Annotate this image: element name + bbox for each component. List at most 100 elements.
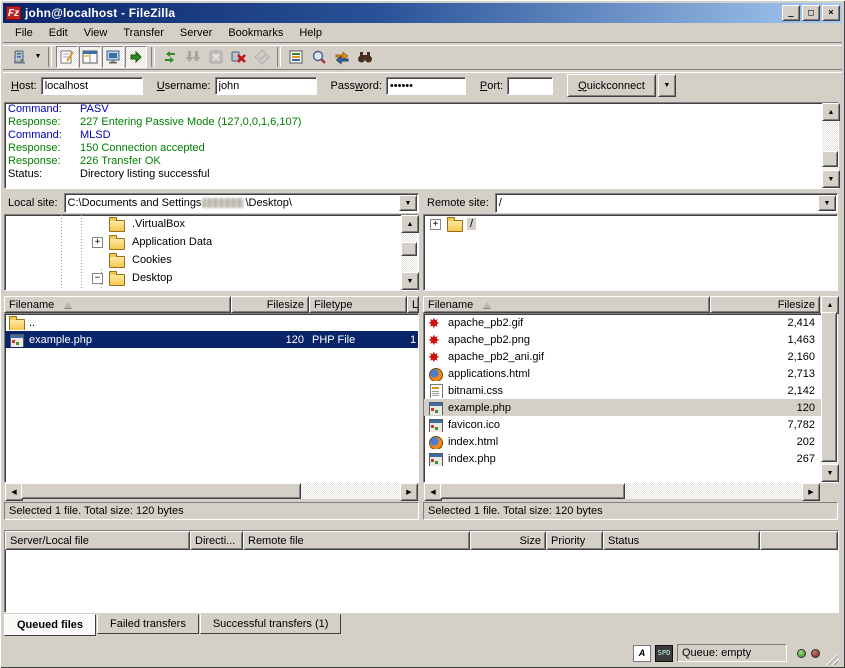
column-header-remote-file[interactable]: Remote file xyxy=(243,531,470,550)
scroll-right-icon[interactable]: ▶ xyxy=(400,483,418,501)
menu-server[interactable]: Server xyxy=(172,25,220,41)
resize-grip[interactable] xyxy=(825,652,838,665)
minimize-button[interactable]: _ xyxy=(782,5,800,21)
tree-item-root[interactable]: + / xyxy=(424,215,837,233)
firefox-html-icon xyxy=(429,436,443,449)
expand-icon[interactable]: + xyxy=(430,219,441,230)
local-path-prefix: C:\Documents and Settings xyxy=(68,197,202,209)
local-site-combobox[interactable]: C:\Documents and Settings\Desktop\ ▼ xyxy=(64,193,419,213)
expand-icon[interactable]: + xyxy=(92,237,103,248)
message-log-icon xyxy=(59,49,75,65)
file-row[interactable]: ✸apache_pb2.png1,463 xyxy=(424,331,837,348)
remote-hscroll-thumb[interactable] xyxy=(440,483,625,499)
directory-filter-button[interactable] xyxy=(285,46,307,68)
log-line: Response:150 Connection accepted xyxy=(5,142,838,155)
scroll-up-icon[interactable]: ▲ xyxy=(822,103,840,121)
menubar: File Edit View Transfer Server Bookmarks… xyxy=(3,24,842,42)
column-header-filename[interactable]: Filename xyxy=(4,296,231,313)
file-row[interactable]: ✸apache_pb2_ani.gif2,160 xyxy=(424,348,837,365)
tree-item-cookies[interactable]: Cookies xyxy=(5,251,418,269)
file-row-selected[interactable]: example.php120 xyxy=(424,399,837,416)
remote-site-combobox[interactable]: / ▼ xyxy=(495,193,838,213)
menu-transfer[interactable]: Transfer xyxy=(115,25,172,41)
quickconnect-button[interactable]: Quickconnect xyxy=(567,74,656,97)
maximize-button[interactable]: □ xyxy=(802,5,820,21)
compare-directories-button[interactable] xyxy=(308,46,330,68)
remote-list-hscrollbar[interactable]: ◀ ▶ xyxy=(424,483,820,499)
tab-failed-transfers[interactable]: Failed transfers xyxy=(97,614,199,634)
log-scrollbar-thumb[interactable] xyxy=(822,151,838,167)
file-row[interactable]: index.php267 xyxy=(424,450,837,467)
queue-status-field: Queue: empty xyxy=(677,644,787,662)
column-header-server-local-file[interactable]: Server/Local file xyxy=(5,531,190,550)
close-button[interactable]: × xyxy=(822,5,840,21)
site-manager-button[interactable] xyxy=(9,46,31,68)
local-tree-scrollbar[interactable]: ▲ ▼ xyxy=(401,215,417,290)
scroll-right-icon[interactable]: ▶ xyxy=(802,483,820,501)
local-list-hscrollbar[interactable]: ◀ ▶ xyxy=(5,483,418,499)
sort-ascending-icon xyxy=(483,302,491,308)
tree-item-desktop[interactable]: − Desktop xyxy=(5,269,418,287)
file-row[interactable]: index.html202 xyxy=(424,433,837,450)
tree-item-application-data[interactable]: + Application Data xyxy=(5,233,418,251)
scroll-down-icon[interactable]: ▼ xyxy=(401,272,419,290)
column-header-filesize[interactable]: Filesize xyxy=(231,296,309,313)
compare-icon xyxy=(311,49,327,65)
reconnect-button[interactable] xyxy=(251,46,273,68)
column-header-filesize[interactable]: Filesize xyxy=(710,296,820,313)
column-header-direction[interactable]: Directi... xyxy=(190,531,243,550)
tab-queued-files[interactable]: Queued files xyxy=(4,614,96,636)
column-header-filename[interactable]: Filename xyxy=(423,296,710,313)
local-tree-scrollbar-thumb[interactable] xyxy=(401,242,417,256)
scroll-up-icon[interactable]: ▲ xyxy=(401,215,419,233)
column-header-modified[interactable]: L xyxy=(407,296,419,313)
folder-icon xyxy=(109,274,125,286)
remote-list-scrollbar[interactable]: ▲ ▼ xyxy=(821,296,837,482)
scroll-down-icon[interactable]: ▼ xyxy=(822,170,840,188)
refresh-button[interactable] xyxy=(159,46,181,68)
find-files-button[interactable] xyxy=(354,46,376,68)
file-row[interactable]: bitnami.css2,142 xyxy=(424,382,837,399)
column-header-size[interactable]: Size xyxy=(470,531,546,550)
column-header-priority[interactable]: Priority xyxy=(546,531,603,550)
chevron-down-icon[interactable]: ▼ xyxy=(399,195,417,211)
quickconnect-dropdown[interactable]: ▼ xyxy=(658,74,676,97)
synchronized-browsing-button[interactable] xyxy=(331,46,353,68)
menu-edit[interactable]: Edit xyxy=(41,25,76,41)
file-row[interactable]: applications.html2,713 xyxy=(424,365,837,382)
tree-item-virtualbox[interactable]: .VirtualBox xyxy=(5,215,418,233)
cancel-operation-button[interactable] xyxy=(205,46,227,68)
toggle-transfer-queue-button[interactable] xyxy=(125,46,147,68)
local-hscroll-thumb[interactable] xyxy=(21,483,301,499)
menu-view[interactable]: View xyxy=(76,25,116,41)
log-scrollbar[interactable]: ▲ ▼ xyxy=(822,103,838,188)
php-file-icon xyxy=(10,334,24,347)
toggle-message-log-button[interactable] xyxy=(56,46,78,68)
disconnect-button[interactable] xyxy=(228,46,250,68)
scroll-down-icon[interactable]: ▼ xyxy=(821,464,839,482)
toggle-local-tree-button[interactable] xyxy=(79,46,101,68)
titlebar: Fz john@localhost - FileZilla _ □ × xyxy=(3,3,842,23)
log-line: Command:PASV xyxy=(5,103,838,116)
file-row-example-php[interactable]: example.php 120 PHP File 1 xyxy=(5,331,418,348)
column-header-status[interactable]: Status xyxy=(603,531,760,550)
tab-successful-transfers[interactable]: Successful transfers (1) xyxy=(200,614,342,634)
file-row-parent-dir[interactable]: .. xyxy=(5,314,418,331)
process-queue-button[interactable] xyxy=(182,46,204,68)
remote-scrollbar-thumb[interactable] xyxy=(821,312,837,462)
chevron-down-icon[interactable]: ▼ xyxy=(818,195,836,211)
host-input[interactable] xyxy=(41,77,143,95)
menu-help[interactable]: Help xyxy=(291,25,330,41)
collapse-icon[interactable]: − xyxy=(92,273,103,284)
password-input[interactable] xyxy=(386,77,466,95)
column-header-filetype[interactable]: Filetype xyxy=(309,296,407,313)
site-manager-dropdown[interactable]: ▼ xyxy=(32,46,44,68)
toggle-remote-tree-button[interactable] xyxy=(102,46,124,68)
username-input[interactable] xyxy=(215,77,317,95)
sync-icon xyxy=(334,49,350,65)
menu-bookmarks[interactable]: Bookmarks xyxy=(220,25,291,41)
file-row[interactable]: favicon.ico7,782 xyxy=(424,416,837,433)
file-row[interactable]: ✸apache_pb2.gif2,414 xyxy=(424,314,837,331)
menu-file[interactable]: File xyxy=(7,25,41,41)
port-input[interactable] xyxy=(507,77,553,95)
